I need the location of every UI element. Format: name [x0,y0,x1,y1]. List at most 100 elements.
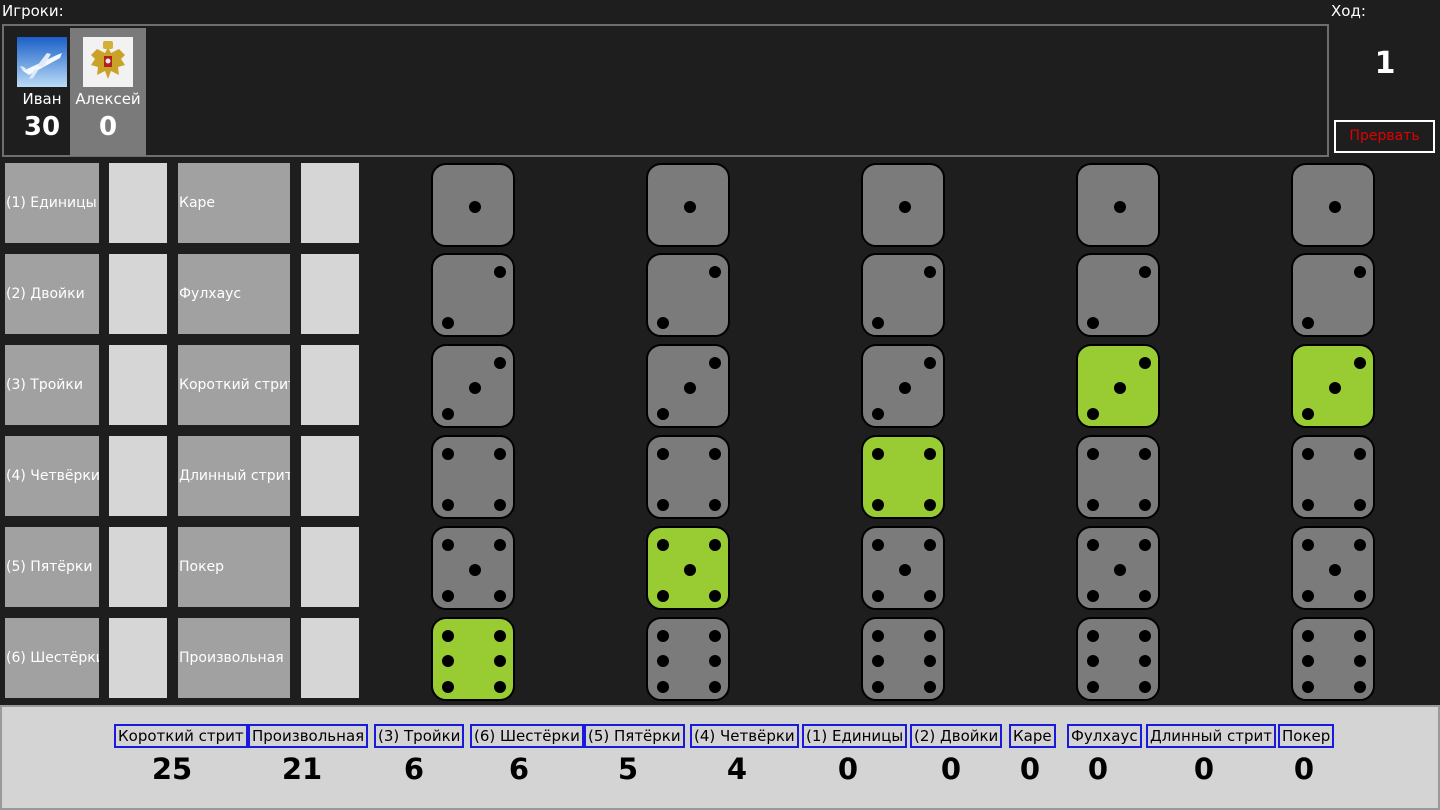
die-face-6[interactable] [646,617,730,701]
die-face-4[interactable] [646,435,730,519]
die-face-2[interactable] [861,253,945,337]
die-face-5[interactable] [431,526,515,610]
die-pip [1139,499,1151,511]
die-pip [442,655,454,667]
die-face-2[interactable] [1291,253,1375,337]
option-button[interactable]: (1) Единицы [802,724,908,748]
die-pip [1302,590,1314,602]
die-face-6[interactable] [1076,617,1160,701]
die-face-1[interactable] [861,163,945,247]
die-pip [1329,382,1341,394]
option-four-of-a-kind: Каре 0 [1009,724,1056,786]
die-pip [872,539,884,551]
die-face-5[interactable] [861,526,945,610]
die-pip [899,564,911,576]
die-face-2[interactable] [431,253,515,337]
abort-button[interactable]: Прервать [1334,120,1435,153]
category-label-threes[interactable]: (3) Тройки [5,345,99,425]
die-pip [1354,357,1366,369]
airplane-avatar [17,37,67,87]
die-face-6[interactable] [431,617,515,701]
die-face-2[interactable] [646,253,730,337]
die-pip [1302,655,1314,667]
category-score-poker[interactable] [301,527,359,607]
option-button[interactable]: Короткий стрит [114,724,248,748]
die-pip [872,499,884,511]
die-face-6[interactable] [1291,617,1375,701]
die-pip [494,448,506,460]
category-label-large-straight[interactable]: Длинный стрит [178,436,290,516]
die-face-1[interactable] [1291,163,1375,247]
option-button[interactable]: Каре [1009,724,1056,748]
category-score-full-house[interactable] [301,254,359,334]
category-label-sixes[interactable]: (6) Шестёрки [5,618,99,698]
category-score-small-straight[interactable] [301,345,359,425]
category-score-large-straight[interactable] [301,436,359,516]
category-score-chance[interactable] [301,618,359,698]
die-pip [1302,448,1314,460]
die-face-2[interactable] [1076,253,1160,337]
category-label-four-of-a-kind[interactable]: Каре [178,163,290,243]
die-pip [494,630,506,642]
option-button[interactable]: Покер [1278,724,1335,748]
die-pip [924,681,936,693]
die-face-4[interactable] [431,435,515,519]
option-ones: (1) Единицы 0 [802,724,908,786]
die-pip [1354,539,1366,551]
option-button[interactable]: (6) Шестёрки [470,724,584,748]
die-face-5[interactable] [1291,526,1375,610]
category-score-fours[interactable] [109,436,167,516]
die-face-3[interactable] [1076,344,1160,428]
category-score-twos[interactable] [109,254,167,334]
category-score-threes[interactable] [109,345,167,425]
option-button[interactable]: Длинный стрит [1146,724,1277,748]
category-label-fives[interactable]: (5) Пятёрки [5,527,99,607]
die-face-5[interactable] [646,526,730,610]
category-label-ones[interactable]: (1) Единицы [5,163,99,243]
die-face-6[interactable] [861,617,945,701]
category-label-poker[interactable]: Покер [178,527,290,607]
category-label-small-straight[interactable]: Короткий стрит [178,345,290,425]
player-card-aleksei[interactable]: Алексей 0 [70,28,146,156]
option-button[interactable]: Фулхаус [1067,724,1142,748]
die-pip [872,448,884,460]
option-button[interactable]: Произвольная [248,724,369,748]
die-face-1[interactable] [646,163,730,247]
category-label-twos[interactable]: (2) Двойки [5,254,99,334]
option-button[interactable]: (4) Четвёрки [690,724,799,748]
players-panel: Иван 30 Алексей 0 [2,24,1329,157]
option-button[interactable]: (2) Двойки [910,724,1003,748]
die-pip [924,448,936,460]
category-score-sixes[interactable] [109,618,167,698]
option-score: 6 [508,752,530,786]
die-face-3[interactable] [646,344,730,428]
die-pip [872,317,884,329]
die-pip [872,681,884,693]
category-label-chance[interactable]: Произвольная [178,618,290,698]
category-score-four-of-a-kind[interactable] [301,163,359,243]
category-score-ones[interactable] [109,163,167,243]
option-button[interactable]: (3) Тройки [374,724,465,748]
category-score-fives[interactable] [109,527,167,607]
die-face-1[interactable] [1076,163,1160,247]
die-pip [1087,539,1099,551]
die-pip [709,499,721,511]
die-pip [657,317,669,329]
option-button[interactable]: (5) Пятёрки [584,724,685,748]
die-pip [924,499,936,511]
die-face-3[interactable] [431,344,515,428]
die-pip [709,448,721,460]
die-face-3[interactable] [861,344,945,428]
die-face-1[interactable] [431,163,515,247]
die-pip [442,448,454,460]
player-card-ivan[interactable]: Иван 30 [4,28,80,156]
category-label-fours[interactable]: (4) Четвёрки [5,436,99,516]
die-face-4[interactable] [861,435,945,519]
die-face-4[interactable] [1076,435,1160,519]
die-pip [1354,448,1366,460]
category-label-full-house[interactable]: Фулхаус [178,254,290,334]
die-face-3[interactable] [1291,344,1375,428]
die-face-4[interactable] [1291,435,1375,519]
die-pip [1087,317,1099,329]
die-face-5[interactable] [1076,526,1160,610]
